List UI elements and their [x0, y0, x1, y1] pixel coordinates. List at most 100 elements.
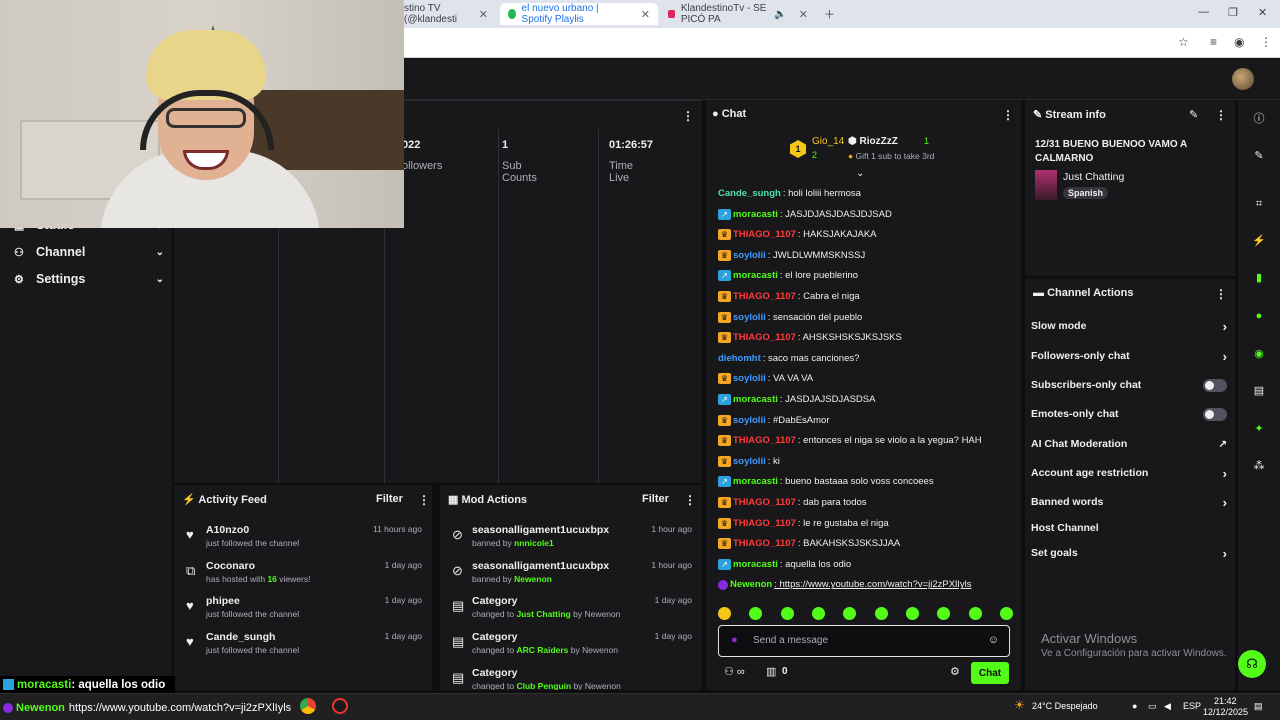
channel-action-ai-chat-moderation[interactable]: AI Chat Moderation ↗: [1031, 434, 1227, 454]
wrench-icon[interactable]: ✦: [1250, 419, 1268, 437]
taskbar-date[interactable]: 12/12/2025: [1203, 707, 1248, 717]
volume-icon[interactable]: ◀: [1164, 701, 1171, 712]
restore-icon[interactable]: ❐: [1228, 6, 1238, 19]
taskbar-weather[interactable]: 24°C Despejado: [1032, 701, 1098, 711]
kebab-menu-icon[interactable]: ⋮: [682, 109, 694, 123]
browser-tab[interactable]: KlandestinoTv - SE PICÓ PA 🔈 ✕: [660, 3, 816, 25]
channel-action-set-goals[interactable]: Set goals ›: [1031, 543, 1227, 563]
chat-username[interactable]: THIAGO_1107: [733, 229, 796, 240]
toggle-switch[interactable]: [1203, 378, 1227, 392]
bookmark-star-icon[interactable]: ☆: [1178, 35, 1189, 49]
kebab-menu-icon[interactable]: ⋮: [1215, 108, 1227, 122]
pen-icon[interactable]: ✎: [1250, 146, 1268, 164]
mic-icon[interactable]: ●: [1132, 701, 1137, 711]
sidebar-item-settings[interactable]: ⚙ Settings ⌄: [14, 272, 164, 286]
emote-icon[interactable]: [718, 607, 731, 620]
emote-icon[interactable]: [999, 607, 1013, 620]
info-icon[interactable]: ⓘ: [1250, 109, 1268, 127]
chat-input[interactable]: ● Send a message ☺: [718, 625, 1010, 657]
chrome-icon[interactable]: [300, 698, 316, 714]
taskbar-lang[interactable]: ESP: [1183, 701, 1201, 711]
chat-username[interactable]: soylolii: [733, 250, 766, 261]
close-window-icon[interactable]: ✕: [1258, 6, 1267, 19]
chat-username[interactable]: soylolii: [733, 312, 766, 323]
chat-username[interactable]: Cande_sungh: [718, 188, 781, 199]
profile-icon[interactable]: ◉: [1234, 35, 1244, 49]
channel-action-followers-only-chat[interactable]: Followers-only chat ›: [1031, 346, 1227, 366]
chat-username[interactable]: THIAGO_1107: [733, 332, 796, 343]
chat-send-button[interactable]: Chat: [971, 662, 1009, 684]
close-icon[interactable]: ✕: [641, 8, 650, 21]
pin-collapse-icon[interactable]: ⌄: [856, 168, 864, 179]
chat-username[interactable]: moracasti: [733, 209, 778, 220]
channel-action-account-age-restriction[interactable]: Account age restriction ›: [1031, 463, 1227, 483]
notification-icon[interactable]: ▤: [1254, 701, 1263, 712]
chat-username[interactable]: diehomht: [718, 353, 761, 364]
chat-username[interactable]: THIAGO_1107: [733, 435, 796, 446]
chat-username[interactable]: THIAGO_1107: [733, 291, 796, 302]
emote-icon[interactable]: [843, 607, 857, 620]
browser-tab-active[interactable]: el nuevo urbano | Spotify Playlis ✕: [500, 3, 658, 25]
kebab-menu-icon[interactable]: ⋮: [418, 493, 430, 507]
item-title[interactable]: A10nzo0: [206, 524, 249, 536]
gear-icon[interactable]: ⚙: [950, 665, 960, 678]
close-icon[interactable]: ✕: [479, 8, 488, 21]
avatar[interactable]: [1232, 68, 1254, 90]
chat-username[interactable]: soylolii: [733, 415, 766, 426]
chat-username[interactable]: soylolii: [733, 456, 766, 467]
sidebar-item-channel[interactable]: ⚇ Channel ⌄: [14, 245, 164, 259]
channel-action-host-channel[interactable]: Host Channel: [1031, 518, 1227, 538]
channel-action-banned-words[interactable]: Banned words ›: [1031, 492, 1227, 512]
filter-button[interactable]: Filter: [642, 493, 669, 505]
filter-button[interactable]: Filter: [376, 493, 403, 505]
crop-icon[interactable]: ⌗: [1250, 195, 1268, 213]
chat-username[interactable]: moracasti: [733, 394, 778, 405]
item-title[interactable]: seasonalligament1ucuxbpx: [472, 524, 609, 536]
item-title[interactable]: Category: [472, 631, 518, 643]
browser-tab[interactable]: stino TV (@klandesti ✕: [396, 3, 496, 25]
chat-username[interactable]: THIAGO_1107: [733, 518, 796, 529]
panel-icon[interactable]: ▮: [1250, 268, 1268, 286]
menu-kebab-icon[interactable]: ⋮: [1260, 35, 1272, 49]
support-icon[interactable]: ☊: [1238, 650, 1266, 678]
chat-username[interactable]: moracasti: [733, 476, 778, 487]
emoji-icon[interactable]: ☺: [988, 634, 999, 646]
chat-username[interactable]: THIAGO_1107: [733, 538, 796, 549]
dots-icon[interactable]: ⁂: [1250, 456, 1268, 474]
kebab-menu-icon[interactable]: ⋮: [684, 493, 696, 507]
emote-icon[interactable]: [905, 607, 919, 620]
channel-action-emotes-only-chat[interactable]: Emotes-only chat: [1031, 404, 1227, 424]
emote-icon[interactable]: [874, 607, 888, 620]
emote-icon[interactable]: [968, 607, 982, 620]
item-title[interactable]: Category: [472, 595, 518, 607]
media-queue-icon[interactable]: ≡: [1210, 35, 1217, 49]
obs-icon[interactable]: [332, 698, 348, 714]
emote-icon[interactable]: [937, 607, 951, 620]
emote-icon[interactable]: [780, 607, 794, 620]
emote-icon[interactable]: [749, 607, 763, 620]
minimize-icon[interactable]: —: [1198, 6, 1209, 18]
network-icon[interactable]: ▭: [1148, 701, 1157, 712]
item-title[interactable]: Cande_sungh: [206, 631, 275, 643]
leader-second[interactable]: ⬢ RiozZzZ: [848, 136, 898, 147]
gift-sub-cta[interactable]: ● Gift 1 sub to take 3rd: [848, 151, 934, 161]
channel-action-slow-mode[interactable]: Slow mode ›: [1031, 316, 1227, 336]
chat-username[interactable]: soylolii: [733, 373, 766, 384]
item-title[interactable]: phipee: [206, 595, 240, 607]
stream-category[interactable]: Just Chatting: [1063, 171, 1124, 183]
users-icon[interactable]: ⚇ ∞: [724, 665, 745, 678]
emote-icon[interactable]: [811, 607, 825, 620]
layout-icon[interactable]: ▤: [1250, 381, 1268, 399]
chat-username[interactable]: THIAGO_1107: [733, 497, 796, 508]
kebab-menu-icon[interactable]: ⋮: [1215, 287, 1227, 301]
channel-action-subscribers-only-chat[interactable]: Subscribers-only chat: [1031, 375, 1227, 395]
points-icon[interactable]: ▥: [766, 665, 776, 678]
leader-first-name[interactable]: Gio_14: [812, 136, 844, 147]
taskbar-time[interactable]: 21:42: [1214, 696, 1237, 706]
close-icon[interactable]: ✕: [799, 8, 808, 21]
item-title[interactable]: Coconaro: [206, 560, 255, 572]
edit-icon[interactable]: ✎: [1189, 108, 1198, 121]
broadcast-icon[interactable]: ◉: [1250, 344, 1268, 362]
bolt-icon[interactable]: ⚡: [1250, 231, 1268, 249]
kebab-menu-icon[interactable]: ⋮: [1002, 108, 1014, 122]
